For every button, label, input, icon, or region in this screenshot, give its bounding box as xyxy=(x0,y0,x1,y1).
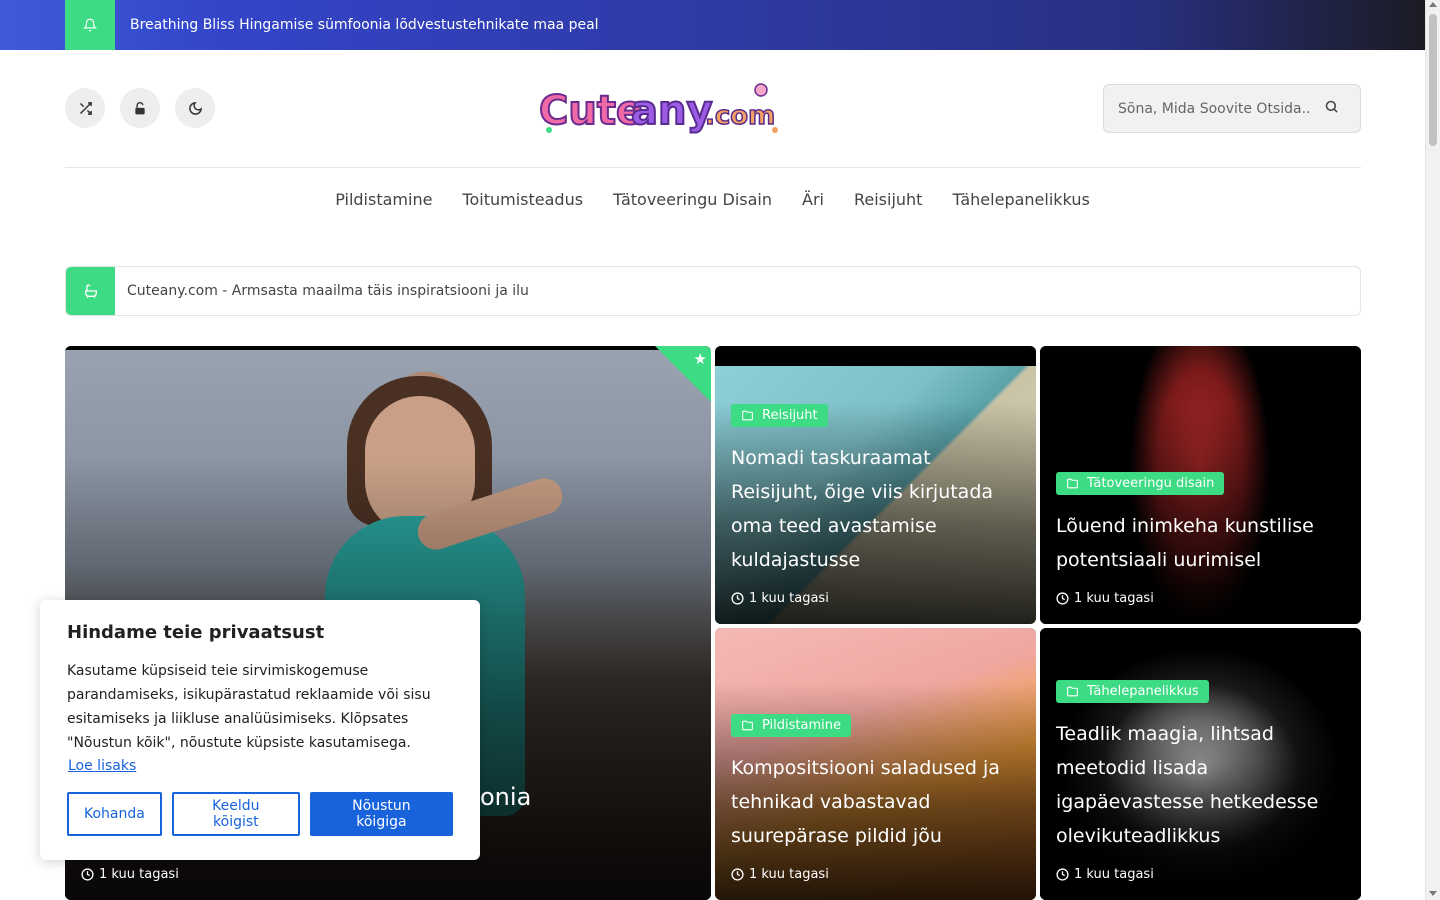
cookie-read-more-link[interactable]: Loe lisaks xyxy=(68,758,136,774)
svg-text:Cute: Cute xyxy=(539,88,643,134)
tagline-text: Cuteany.com - Armsasta maailma täis insp… xyxy=(127,283,529,299)
folder-icon xyxy=(1067,478,1078,489)
post-card-tatoveeringu-disain[interactable]: Tätoveeringu disain Lõuend inimkeha kuns… xyxy=(1040,346,1361,624)
cookie-title: Hindame teie privaatsust xyxy=(67,622,325,643)
main-navigation: Pildistamine Toitumisteadus Tätoveeringu… xyxy=(0,190,1425,209)
login-button[interactable] xyxy=(120,88,160,128)
post-title[interactable]: Lõuend inimkeha kunstilise potentsiaali … xyxy=(1056,509,1345,577)
random-post-button[interactable] xyxy=(65,88,105,128)
folder-icon xyxy=(742,720,753,731)
unlock-icon xyxy=(135,101,145,114)
cookie-buttons: Kohanda Keeldu kõigist Nõustun kõigiga xyxy=(67,792,453,836)
accept-all-button[interactable]: Nõustun kõigiga xyxy=(309,792,453,836)
post-time: 1 kuu tagasi xyxy=(731,867,1020,882)
folder-icon xyxy=(742,410,753,421)
post-time-text: 1 kuu tagasi xyxy=(99,867,179,882)
clock-icon xyxy=(731,868,744,881)
scroll-down-arrow-icon[interactable] xyxy=(1429,891,1437,896)
customize-button[interactable]: Kohanda xyxy=(67,792,162,836)
ticker-link[interactable]: Breathing Bliss Hingamise sümfoonia lõdv… xyxy=(130,17,599,33)
post-card-pildistamine[interactable]: Pildistamine Kompositsiooni saladused ja… xyxy=(715,628,1036,900)
site-logo[interactable]: Cute any .com xyxy=(535,80,785,136)
nav-item-tahelepanelikkus[interactable]: Tähelepanelikkus xyxy=(952,190,1089,209)
top-ticker-bar: Breathing Bliss Hingamise sümfoonia lõdv… xyxy=(0,0,1425,50)
post-time: 1 kuu tagasi xyxy=(731,591,1020,606)
search-box xyxy=(1103,84,1361,133)
category-badge[interactable]: Tähelepanelikkus xyxy=(1056,680,1209,703)
nav-item-pildistamine[interactable]: Pildistamine xyxy=(335,190,432,209)
nav-item-ari[interactable]: Äri xyxy=(802,190,824,209)
post-time-text: 1 kuu tagasi xyxy=(749,867,829,882)
post-card-tahelepanelikkus[interactable]: Tähelepanelikkus Teadlik maagia, lihtsad… xyxy=(1040,628,1361,900)
header-action-buttons xyxy=(65,88,215,128)
folder-icon xyxy=(1067,686,1078,697)
bell-icon xyxy=(65,0,115,50)
reject-all-button[interactable]: Keeldu kõigist xyxy=(171,792,300,836)
header-divider xyxy=(65,167,1361,168)
category-badge[interactable]: Reisijuht xyxy=(731,404,828,427)
nav-item-toitumisteadus[interactable]: Toitumisteadus xyxy=(462,190,583,209)
category-label: Tähelepanelikkus xyxy=(1087,684,1199,699)
category-badge[interactable]: Pildistamine xyxy=(731,714,851,737)
tagline-strip: Cuteany.com - Armsasta maailma täis insp… xyxy=(65,266,1361,316)
category-label: Tätoveeringu disain xyxy=(1087,476,1215,491)
shuffle-icon xyxy=(79,101,92,115)
post-time-text: 1 kuu tagasi xyxy=(1074,867,1154,882)
moon-icon xyxy=(188,101,202,115)
post-time: 1 kuu tagasi xyxy=(1056,591,1345,606)
post-title[interactable]: Teadlik maagia, lihtsad meetodid lisada … xyxy=(1056,717,1345,853)
clock-icon xyxy=(731,592,744,605)
svg-text:.com: .com xyxy=(705,101,775,131)
post-time-text: 1 kuu tagasi xyxy=(749,591,829,606)
category-label: Reisijuht xyxy=(762,408,818,423)
category-label: Pildistamine xyxy=(762,718,841,733)
post-title[interactable]: Nomadi taskuraamat Reisijuht, õige viis … xyxy=(731,441,1020,577)
clock-icon xyxy=(1056,592,1069,605)
post-time-text: 1 kuu tagasi xyxy=(1074,591,1154,606)
clock-icon xyxy=(1056,868,1069,881)
page-scrollbar[interactable] xyxy=(1425,0,1440,900)
nav-item-tatoveeringu-disain[interactable]: Tätoveeringu Disain xyxy=(613,190,772,209)
category-badge[interactable]: Tätoveeringu disain xyxy=(1056,472,1225,495)
nav-item-reisijuht[interactable]: Reisijuht xyxy=(854,190,922,209)
search-input[interactable] xyxy=(1118,100,1318,117)
scroll-up-arrow-icon[interactable] xyxy=(1429,2,1437,7)
cookie-body: Kasutame küpsiseid teie sirvimiskogemuse… xyxy=(67,663,431,751)
cookie-consent-dialog: Hindame teie privaatsust Kasutame küpsis… xyxy=(40,600,480,860)
scrollbar-thumb[interactable] xyxy=(1429,14,1437,146)
bath-icon xyxy=(66,267,115,315)
post-card-reisijuht[interactable]: Reisijuht Nomadi taskuraamat Reisijuht, … xyxy=(715,346,1036,624)
featured-post-title-fragment[interactable]: onia xyxy=(480,783,531,811)
post-time: 1 kuu tagasi xyxy=(81,867,695,882)
post-time: 1 kuu tagasi xyxy=(1056,867,1345,882)
dark-mode-toggle[interactable] xyxy=(175,88,215,128)
search-icon[interactable] xyxy=(1324,99,1339,118)
featured-star-icon: ★ xyxy=(655,346,711,402)
clock-icon xyxy=(81,868,94,881)
svg-text:any: any xyxy=(631,88,713,134)
post-title[interactable]: Kompositsiooni saladused ja tehnikad vab… xyxy=(731,751,1020,853)
